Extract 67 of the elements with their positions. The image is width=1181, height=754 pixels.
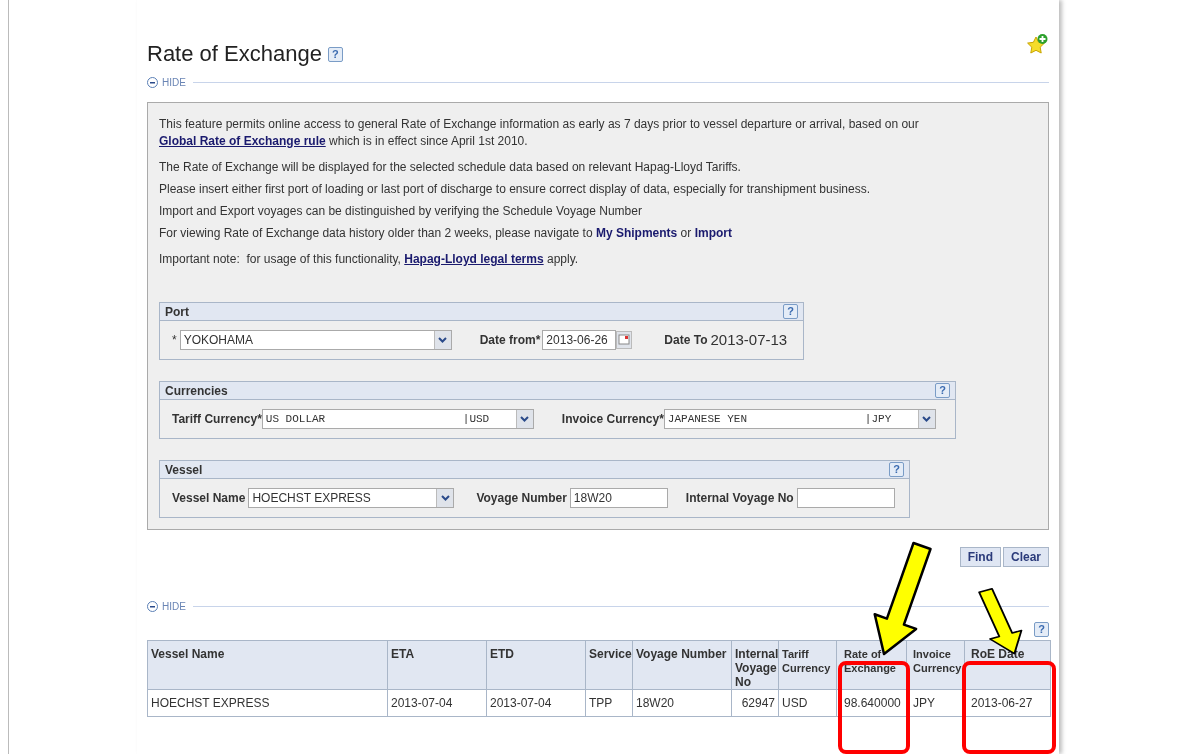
chevron-down-icon — [440, 495, 450, 501]
find-button[interactable]: Find — [959, 547, 1001, 567]
panel-title: Currencies — [165, 382, 228, 400]
calendar-icon[interactable] — [616, 331, 633, 349]
help-icon[interactable]: ? — [783, 304, 798, 319]
table-cell: 2013-06-27 — [964, 689, 1051, 717]
link[interactable]: Hapag-Lloyd legal terms — [404, 252, 544, 266]
field-label: Vessel Name — [172, 490, 246, 507]
column-header: Service — [585, 640, 633, 690]
help-icon[interactable]: ? — [1034, 622, 1049, 637]
column-header: ETD — [486, 640, 586, 690]
info-paragraph: Please insert either first port of loading or last port of discharge to ensure correct display of data, especially for transhipment business. — [159, 181, 872, 198]
chevron-down-icon — [922, 416, 932, 422]
dropdown-field[interactable]: HOECHST EXPRESS — [248, 488, 455, 508]
panel-title: Port — [165, 303, 189, 321]
help-icon[interactable]: ? — [935, 383, 950, 398]
info-paragraph: The Rate of Exchange will be displayed for the selected schedule data based on relevant Hapag-Lloyd Tariffs. — [159, 159, 742, 176]
column-header: Internal Voyage No — [731, 640, 779, 690]
star-add-icon[interactable] — [1025, 33, 1049, 57]
field-label: Tariff Currency* — [172, 411, 262, 428]
chevron-down-icon — [520, 416, 530, 422]
column-header: ETA — [387, 640, 487, 690]
field-label: Voyage Number — [476, 490, 567, 507]
dropdown-field[interactable]: US DOLLAR |USD — [261, 409, 534, 429]
info-paragraph: For viewing Rate of Exchange data history older than 2 weeks, please navigate to My Shipments or Import — [159, 225, 733, 242]
info-paragraph: Import and Export voyages can be distinguished by verifying the Schedule Voyage Number — [159, 203, 643, 220]
help-icon[interactable]: ? — [889, 462, 904, 477]
table-cell: TPP — [585, 689, 633, 717]
required-mark: * — [172, 332, 177, 349]
link[interactable]: Import — [694, 226, 732, 240]
table-cell: 18W20 — [632, 689, 732, 717]
field-label: Invoice Currency* — [561, 411, 664, 428]
chevron-down-icon — [438, 337, 448, 343]
field-label: Date from* — [479, 332, 541, 349]
table-cell: 2013-07-04 — [486, 689, 586, 717]
column-header: Vessel Name — [147, 640, 388, 690]
internal-voyage-field[interactable] — [796, 488, 895, 508]
link[interactable]: Global Rate of Exchange rule — [159, 134, 326, 148]
hide-toggle[interactable]: HIDE — [162, 598, 186, 614]
panel-title: Vessel — [165, 461, 203, 479]
info-paragraph: Important note: for usage of this functionality, Hapag-Lloyd legal terms apply. — [159, 251, 580, 268]
dropdown-button[interactable] — [433, 331, 451, 349]
collapse-icon[interactable] — [147, 76, 158, 88]
collapse-icon[interactable] — [147, 600, 158, 612]
date-field[interactable]: 2013-06-26 — [542, 330, 617, 350]
column-header: Tariff Currency — [778, 640, 837, 690]
field-label: Date To — [664, 332, 708, 349]
help-icon[interactable]: ? — [327, 46, 343, 62]
info-paragraph: This feature permits online access to general Rate of Exchange information as early as 7 days prior to vessel departure or arrival, based on our Global Rate of Exchange rule which is in effect since April 1st 2010. — [159, 116, 920, 150]
date-to-value: 2013-07-13 — [710, 329, 788, 350]
link[interactable]: My Shipments — [595, 226, 678, 240]
dropdown-button[interactable] — [917, 410, 935, 428]
table-cell: 2013-07-04 — [387, 689, 487, 717]
column-header: Voyage Number — [632, 640, 732, 690]
page-title: Rate of Exchange — [147, 41, 322, 67]
dropdown-button[interactable] — [436, 489, 454, 507]
column-header: Invoice Currency — [906, 640, 965, 690]
field-label: Internal Voyage No — [685, 490, 794, 507]
clear-button[interactable]: Clear — [1002, 547, 1049, 567]
voyage-number-field[interactable]: 18W20 — [569, 488, 668, 508]
hide-toggle[interactable]: HIDE — [162, 74, 186, 90]
table-cell: 62947 — [731, 689, 779, 717]
dropdown-field[interactable]: YOKOHAMA — [179, 330, 452, 350]
table-cell: HOECHST EXPRESS — [147, 689, 388, 717]
dropdown-field[interactable]: JAPANESE YEN |JPY — [663, 409, 936, 429]
dropdown-button[interactable] — [515, 410, 533, 428]
table-cell: USD — [778, 689, 837, 717]
